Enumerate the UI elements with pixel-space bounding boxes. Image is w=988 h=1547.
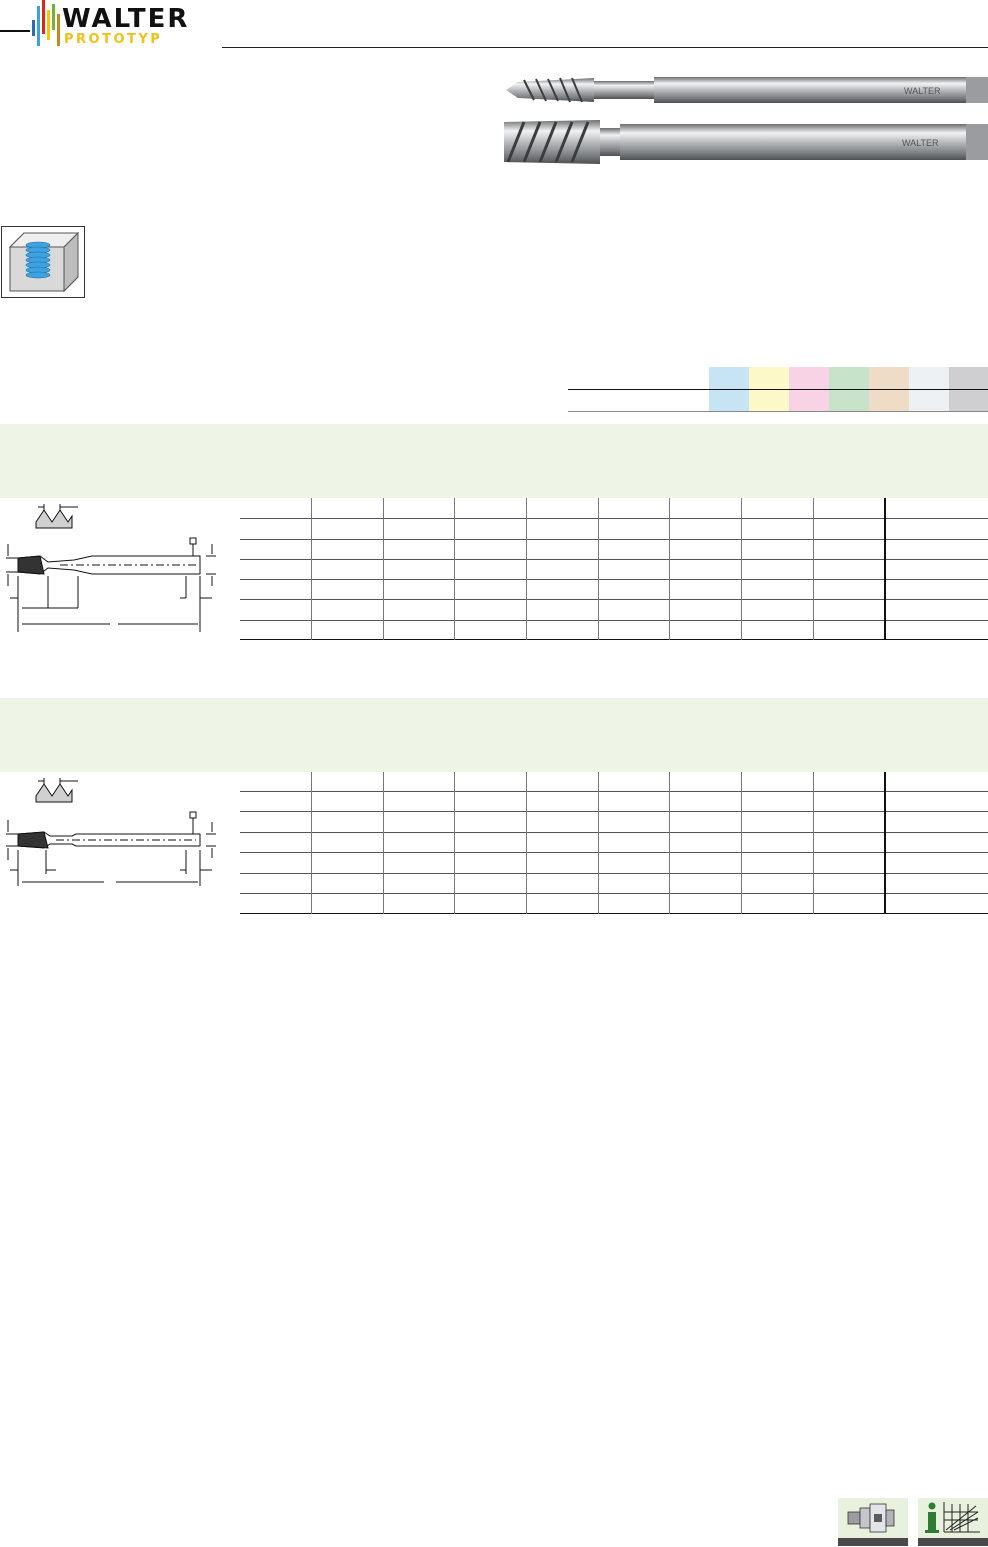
table-row-divider (240, 620, 988, 621)
info-chart-button-bar (918, 1538, 988, 1546)
tool-photo-short: WALTER (506, 77, 988, 103)
table-row-divider (240, 599, 988, 600)
table-row-divider (240, 852, 988, 853)
table-row-divider (240, 791, 988, 792)
table-col-divider-thick (884, 772, 886, 914)
table-col-divider (311, 772, 312, 914)
tool-holder-button[interactable] (838, 1498, 908, 1546)
table-col-divider (526, 498, 527, 640)
table-col-divider (454, 498, 455, 640)
table-col-divider (813, 498, 814, 640)
strip-divider (568, 389, 988, 390)
table-row-divider (240, 832, 988, 833)
table-col-divider (598, 498, 599, 640)
info-chart-button[interactable] (918, 1498, 988, 1546)
table-col-divider (454, 772, 455, 914)
section-2-header-band (0, 698, 988, 772)
table-col-divider (598, 772, 599, 914)
table-col-divider (813, 772, 814, 914)
table-col-divider-thick (884, 498, 886, 640)
material-group-strip (568, 367, 988, 412)
table-row-divider (240, 811, 988, 812)
table-row-divider (240, 893, 988, 894)
tool-photo-long: WALTER (504, 120, 988, 164)
shank-engraving: WALTER (902, 138, 939, 148)
table-col-divider (741, 772, 742, 914)
shank-engraving: WALTER (904, 86, 941, 96)
table-row-divider (240, 518, 988, 519)
table-col-divider (669, 498, 670, 640)
section-1-data-table (240, 498, 988, 640)
table-col-divider (669, 772, 670, 914)
strip-bottom-line (568, 411, 988, 412)
table-bottom-rule (240, 913, 988, 914)
table-row-divider (240, 559, 988, 560)
table-col-divider (526, 772, 527, 914)
logo-wordmark: WALTER (62, 4, 190, 34)
walter-logo: WALTER PROTOTYP (0, 0, 210, 50)
section-2-tool-drawing (0, 772, 230, 892)
section-1-header-band (0, 424, 988, 498)
table-col-divider (383, 498, 384, 640)
section-2-data-table (240, 772, 988, 914)
table-row-divider (240, 579, 988, 580)
info-chart-icon (925, 1502, 980, 1533)
table-bottom-rule (240, 639, 988, 640)
tool-holder-button-bar (838, 1538, 908, 1546)
section-1-tool-drawing (0, 498, 230, 638)
logo-bars-icon (0, 0, 60, 46)
table-col-divider (741, 498, 742, 640)
logo-subbrand: PROTOTYP (64, 32, 163, 47)
table-row-divider (240, 873, 988, 874)
table-col-divider (311, 498, 312, 640)
tool-holder-icon (847, 1503, 895, 1533)
blind-hole-thread-icon (1, 226, 85, 298)
table-col-divider (383, 772, 384, 914)
table-row-divider (240, 539, 988, 540)
header-rule (222, 47, 988, 48)
